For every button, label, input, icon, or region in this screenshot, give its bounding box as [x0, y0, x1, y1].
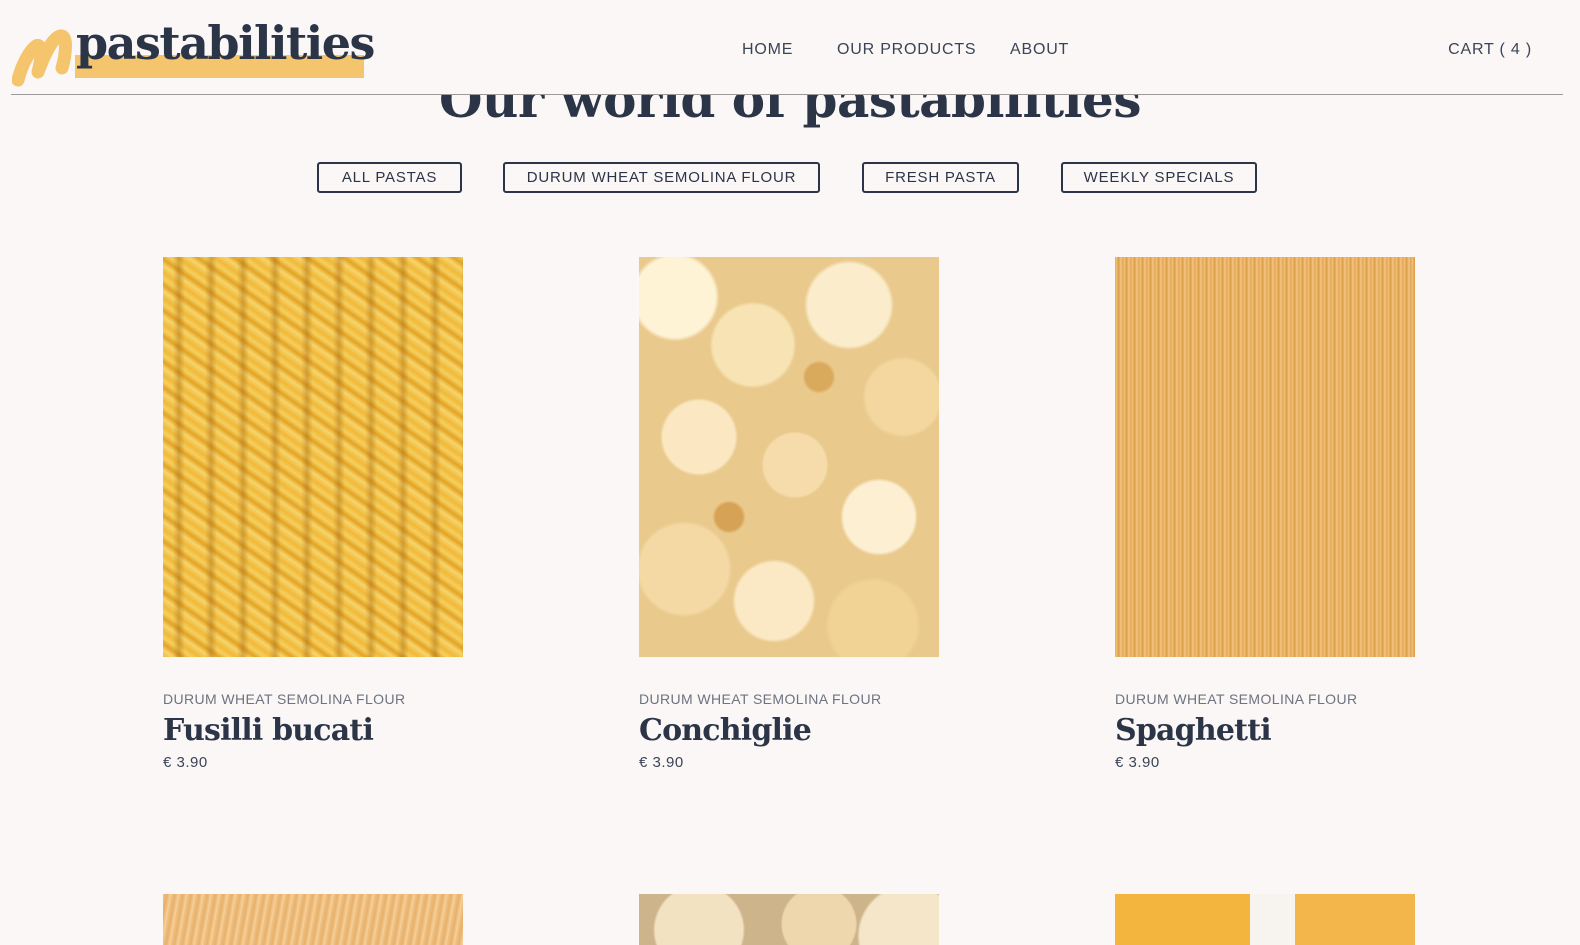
page: Our world of pastabilities pastabilities…	[0, 0, 1580, 945]
product-name[interactable]: Fusilli bucati	[163, 713, 463, 748]
product-image-spaghetti[interactable]	[1115, 257, 1415, 657]
filter-fresh-pasta-button[interactable]: FRESH PASTA	[862, 162, 1019, 193]
product-category: DURUM WHEAT SEMOLINA FLOUR	[1115, 691, 1358, 707]
header-divider	[11, 94, 1563, 95]
product-price: € 3.90	[1115, 754, 1160, 771]
product-image-conchiglie[interactable]	[639, 257, 939, 657]
filter-bar: ALL PASTAS DURUM WHEAT SEMOLINA FLOUR FR…	[0, 162, 1580, 194]
product-price: € 3.90	[163, 754, 208, 771]
cart-link[interactable]: CART ( 4 )	[1448, 41, 1532, 59]
product-name[interactable]: Spaghetti	[1115, 713, 1415, 748]
product-card: DURUM WHEAT SEMOLINA FLOUR Fusilli bucat…	[163, 257, 463, 771]
product-image-fusilli[interactable]	[163, 257, 463, 657]
product-price: € 3.90	[639, 754, 684, 771]
product-category: DURUM WHEAT SEMOLINA FLOUR	[163, 691, 406, 707]
filter-all-pastas-button[interactable]: ALL PASTAS	[317, 162, 462, 193]
product-image-partial[interactable]	[163, 894, 463, 945]
logo-swash-icon	[12, 29, 72, 87]
product-image-partial[interactable]	[639, 894, 939, 945]
logo-text: pastabilities	[76, 16, 375, 70]
filter-weekly-specials-button[interactable]: WEEKLY SPECIALS	[1061, 162, 1257, 193]
product-card: DURUM WHEAT SEMOLINA FLOUR Conchiglie € …	[639, 257, 939, 771]
logo[interactable]: pastabilities	[12, 16, 375, 88]
product-card: DURUM WHEAT SEMOLINA FLOUR Spaghetti € 3…	[1115, 257, 1415, 771]
product-name[interactable]: Conchiglie	[639, 713, 939, 748]
product-category: DURUM WHEAT SEMOLINA FLOUR	[639, 691, 882, 707]
site-header: pastabilities HOME OUR PRODUCTS ABOUT CA…	[0, 0, 1580, 95]
nav-about-link[interactable]: ABOUT	[1010, 41, 1069, 59]
nav-our-products-link[interactable]: OUR PRODUCTS	[837, 41, 976, 59]
filter-durum-wheat-button[interactable]: DURUM WHEAT SEMOLINA FLOUR	[503, 162, 820, 193]
nav-home-link[interactable]: HOME	[742, 41, 793, 59]
product-image-partial[interactable]	[1115, 894, 1415, 945]
